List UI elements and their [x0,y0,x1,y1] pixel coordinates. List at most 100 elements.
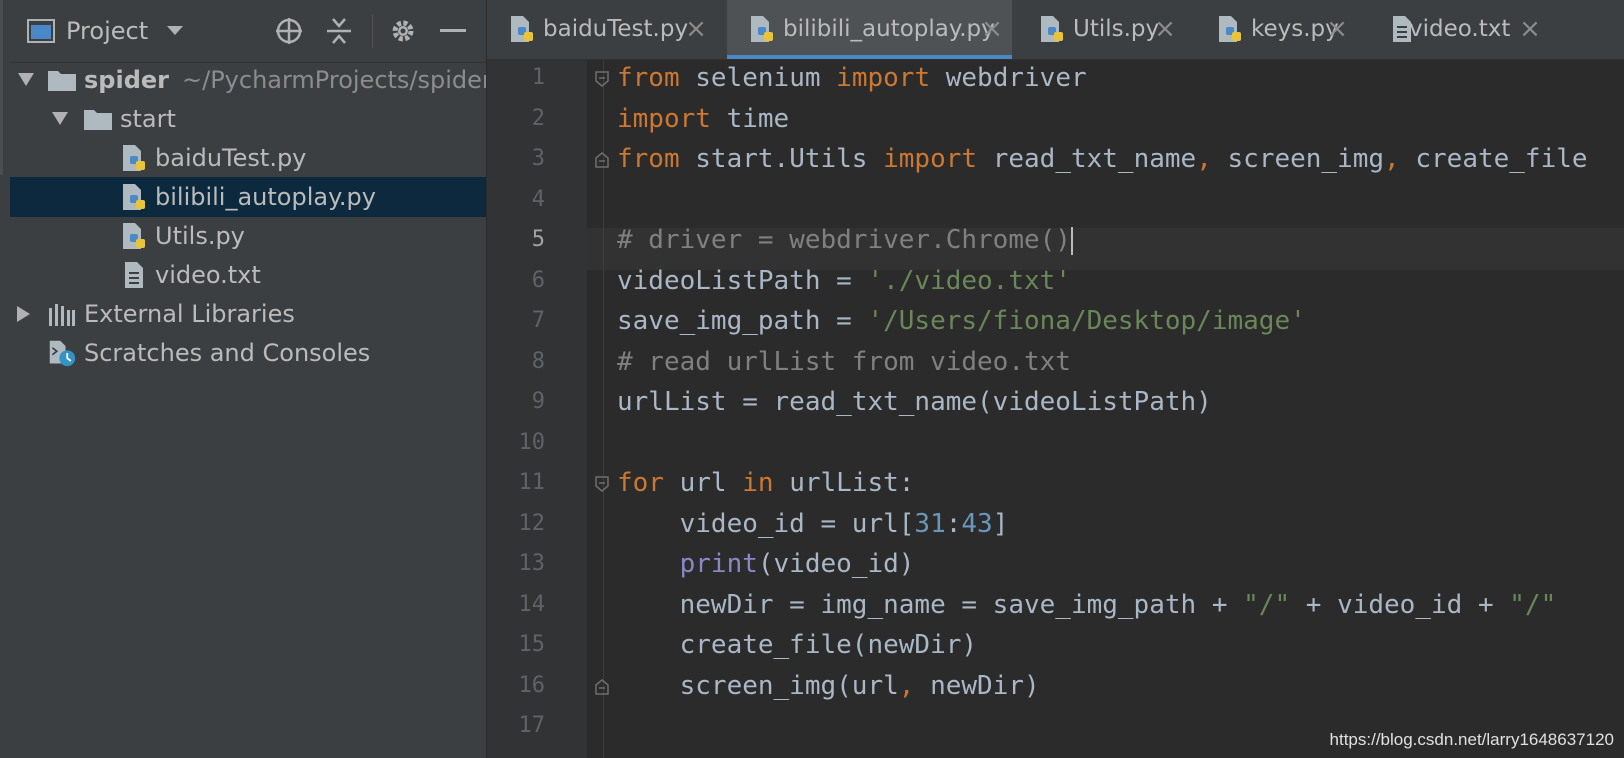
python-file-icon [1217,15,1245,43]
tree-item-label: bilibili_autoplay.py [155,183,376,211]
tree-item-spider[interactable]: spider ~/PycharmProjects/spider [10,60,486,100]
code-token: videoListPath = [617,265,868,296]
code-token: '/Users/fiona/Desktop/image' [867,306,1306,336]
tab-utils[interactable]: Utils.py × [1017,0,1187,59]
code-token: import [617,103,711,134]
code-token: (video_id) [757,549,915,579]
code-line: urlList = read_txt_name(videoListPath) [617,381,1212,423]
tree-item-external-libraries[interactable]: External Libraries [10,294,486,334]
line-number: 9 [531,389,545,414]
code-token: webdriver [930,63,1087,93]
tree-item-bilibili-autoplay[interactable]: bilibili_autoplay.py [10,177,486,217]
code-token: read_txt_name [977,144,1197,174]
code-line: # read urlList from video.txt [617,341,1071,383]
tab-bilibili-autoplay[interactable]: bilibili_autoplay.py × [727,0,1012,59]
code-token: 43 [961,508,993,539]
code-token: urlList: [773,468,915,498]
libraries-icon [48,300,76,328]
code-line: import time [617,98,789,140]
close-icon[interactable]: × [1517,14,1543,44]
close-icon[interactable]: × [1152,14,1178,44]
code-token: for [617,468,664,498]
code-token: url [663,468,743,498]
tree-item-label: baiduTest.py [155,144,307,172]
tree-item-start[interactable]: start [10,99,486,139]
code-token: , [1196,144,1212,174]
ide-window: Project spider ~/PycharmProjects/spider … [0,0,1624,758]
close-icon[interactable]: × [979,14,1005,44]
code-line: from selenium import webdriver [617,57,1087,99]
code-line: for url in urlList: [617,462,914,504]
editor: baiduTest.py × bilibili_autoplay.py × Ut… [487,0,1624,758]
tab-video-txt[interactable]: video.txt × [1369,0,1559,59]
line-number: 7 [531,308,545,333]
fold-marker-icon[interactable] [595,152,609,168]
line-number: 2 [531,105,545,131]
line-number: 5 [531,227,545,252]
line-number: 1 [531,65,545,90]
expand-arrow-icon[interactable] [14,304,34,324]
code-token: # driver = webdriver.Chrome() [617,225,1071,255]
tree-item-utils[interactable]: Utils.py [10,216,486,256]
locate-file-icon[interactable] [272,14,306,48]
code-token: in [742,468,774,498]
python-file-icon [509,15,537,43]
tree-item-baidutest[interactable]: baiduTest.py [10,138,486,178]
tab-label: video.txt [1409,16,1511,42]
code-token: './video.txt' [867,265,1071,296]
tree-item-label: Utils.py [155,222,245,250]
project-view-icon [24,14,58,48]
code-token: from [617,144,680,174]
code-token: , [1384,144,1400,174]
chevron-down-icon[interactable] [158,14,192,48]
code-token: , [898,670,915,701]
line-number: 17 [518,713,546,738]
project-panel-title[interactable]: Project [66,17,148,45]
code-token: 31 [914,508,946,539]
python-file-icon [120,183,148,211]
line-number: 4 [531,186,545,212]
hide-panel-icon[interactable] [436,14,470,48]
collapse-all-icon[interactable] [322,14,356,48]
fold-marker-icon[interactable] [595,71,609,87]
code-token: import [836,63,931,93]
tab-keys[interactable]: keys.py × [1195,0,1363,59]
line-number: 10 [518,429,546,455]
text-file-icon [120,261,148,289]
python-file-icon [120,222,148,250]
code-token: start.Utils [679,144,884,174]
line-number: 16 [518,672,546,698]
line-number: 3 [531,146,545,171]
expand-arrow-icon[interactable] [50,109,70,129]
tree-item-label: start [120,105,176,133]
code-token: screen_img [1211,144,1385,174]
project-tool-tab[interactable] [0,0,3,175]
code-token: save_img_path = [617,306,868,336]
code-token: time [710,103,790,134]
gear-icon[interactable] [386,14,420,48]
fold-marker-icon[interactable] [595,678,609,695]
line-number: 11 [518,470,546,495]
tree-item-scratches[interactable]: Scratches and Consoles [10,333,486,373]
code-token: video_id = url[ [617,508,915,539]
close-icon[interactable]: × [683,14,709,44]
code-line: print(video_id) [617,543,915,585]
code-token: create_file(newDir) [617,630,978,660]
code-token: "/" [1509,589,1557,620]
code-token: from [617,63,680,93]
close-icon[interactable]: × [1324,14,1350,44]
tab-baidutest[interactable]: baiduTest.py × [487,0,717,59]
fold-marker-icon[interactable] [595,476,609,492]
tree-item-video-txt[interactable]: video.txt [10,255,486,295]
code-token: # read urlList from video.txt [617,346,1071,377]
line-number: 15 [518,632,546,657]
code-token: print [679,549,758,579]
tab-label: bilibili_autoplay.py [783,16,995,42]
python-file-icon [749,15,777,43]
line-number: 13 [518,551,546,576]
expand-arrow-icon[interactable] [16,70,36,90]
tree-item-label: video.txt [155,261,261,289]
line-number: 12 [518,510,546,536]
code-token: newDir = img_name = save_img_path + [617,589,1244,620]
